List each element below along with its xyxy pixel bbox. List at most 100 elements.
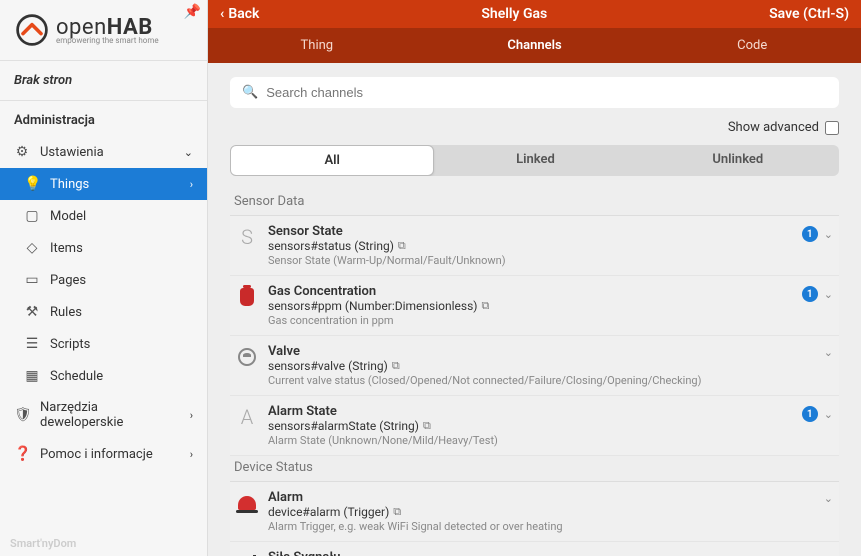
channel-desc: Sensor State (Warm-Up/Normal/Fault/Unkno… — [268, 254, 792, 267]
filter-segment: All Linked Unlinked — [230, 145, 839, 176]
sidebar-item-label: Scripts — [50, 337, 90, 352]
channel-desc: Alarm Trigger, e.g. weak WiFi Signal det… — [268, 520, 814, 533]
channel-id: sensors#valve (String) — [268, 359, 388, 373]
filter-all[interactable]: All — [230, 145, 434, 176]
help-icon: ❓ — [14, 446, 30, 462]
sidebar-item-label: Items — [50, 241, 83, 256]
cube-icon: ▢ — [24, 208, 40, 224]
sliders-icon: ⚒ — [24, 304, 40, 320]
search-input[interactable] — [266, 85, 827, 100]
main-area: ‹ Back Shelly Gas Save (Ctrl-S) Thing Ch… — [208, 0, 861, 556]
sidebar-item-label: Rules — [50, 305, 82, 320]
channel-row-valve[interactable]: Valve sensors#valve (String)⧉ Current va… — [230, 336, 839, 396]
chevron-right-icon: › — [190, 178, 193, 191]
channel-title: Gas Concentration — [268, 284, 792, 299]
sidebar-item-schedule[interactable]: ▦ Schedule — [0, 360, 207, 392]
channel-title: Valve — [268, 344, 814, 359]
channel-id: sensors#ppm (Number:Dimensionless) — [268, 299, 477, 313]
search-icon: 🔍 — [242, 85, 258, 100]
letter-s-icon: S — [236, 226, 258, 248]
valve-icon — [236, 346, 258, 368]
chevron-down-icon: ⌄ — [824, 228, 833, 241]
channel-desc: Alarm State (Unknown/None/Mild/Heavy/Tes… — [268, 434, 792, 447]
copy-icon[interactable]: ⧉ — [393, 505, 401, 519]
chevron-down-icon: ⌄ — [184, 146, 193, 159]
pin-icon[interactable]: 📌 — [184, 4, 201, 20]
topbar: ‹ Back Shelly Gas Save (Ctrl-S) Thing Ch… — [208, 0, 861, 63]
chevron-right-icon: › — [190, 448, 193, 461]
channel-row-alarm[interactable]: Alarm device#alarm (Trigger) ⧉ Alarm Trig… — [230, 482, 839, 542]
administration-heading: Administracja — [0, 105, 207, 136]
openhab-logo[interactable]: openHAB empowering the smart home — [14, 12, 193, 48]
channel-row-gas-concentration[interactable]: Gas Concentration sensors#ppm (Number:Di… — [230, 276, 839, 336]
sidebar-item-label: Schedule — [50, 369, 103, 384]
gear-icon: ⚙ — [14, 144, 30, 160]
sidebar-item-label: Pomoc i informacje — [40, 447, 153, 462]
search-box[interactable]: 🔍 — [230, 77, 839, 108]
sidebar-item-label: Narzędzia deweloperskie — [40, 400, 180, 430]
sidebar-item-items[interactable]: ◇ Items — [0, 232, 207, 264]
page-title: Shelly Gas — [259, 6, 769, 22]
link-count-badge: 1 — [802, 286, 818, 302]
chevron-left-icon: ‹ — [220, 6, 224, 22]
chevron-down-icon: ⌄ — [824, 288, 833, 301]
openhab-logo-icon — [14, 12, 50, 48]
channel-row-sensor-state[interactable]: S Sensor State sensors#status (String)⧉ … — [230, 216, 839, 276]
channel-id: device#alarm (Trigger) — [268, 505, 389, 519]
logo-subtitle: empowering the smart home — [56, 36, 159, 45]
sidebar-item-model[interactable]: ▢ Model — [0, 200, 207, 232]
channel-id: sensors#alarmState (String) — [268, 419, 419, 433]
shield-icon: 🛡 — [14, 407, 30, 423]
copy-icon[interactable]: ⧉ — [392, 359, 400, 373]
filter-linked[interactable]: Linked — [434, 145, 636, 176]
channel-row-alarm-state[interactable]: A Alarm State sensors#alarmState (String… — [230, 396, 839, 456]
sidebar-item-label: Ustawienia — [40, 145, 104, 160]
channel-title: Alarm State — [268, 404, 792, 419]
sidebar-item-help[interactable]: ❓ Pomoc i informacje › — [0, 438, 207, 470]
calendar-icon: ▦ — [24, 368, 40, 384]
channel-id: sensors#status (String) — [268, 239, 394, 253]
tab-bar: Thing Channels Code — [208, 28, 861, 63]
letter-a-icon: A — [236, 406, 258, 428]
sidebar-item-label: Things — [50, 177, 89, 192]
save-button[interactable]: Save (Ctrl-S) — [769, 6, 849, 22]
chevron-down-icon: ⌄ — [824, 346, 833, 359]
link-count-badge: 1 — [802, 226, 818, 242]
no-pages-label: Brak stron — [0, 65, 207, 96]
show-advanced-label: Show advanced — [728, 120, 819, 135]
signal-bars-icon — [236, 552, 258, 556]
link-count-badge: 1 — [802, 406, 818, 422]
channel-title: Sensor State — [268, 224, 792, 239]
logo-area: 📌 openHAB empowering the smart home — [0, 0, 207, 56]
filter-unlinked[interactable]: Unlinked — [637, 145, 839, 176]
sidebar-item-rules[interactable]: ⚒ Rules — [0, 296, 207, 328]
channel-row-signal-strength[interactable]: Siła Sygnału device#wifiSignal (Number)⧉… — [230, 542, 839, 556]
channel-title: Siła Sygnału — [268, 550, 814, 556]
sidebar-item-ustawienia[interactable]: ⚙ Ustawienia ⌄ — [0, 136, 207, 168]
chevron-right-icon: › — [190, 409, 193, 422]
alarm-icon — [236, 492, 258, 514]
copy-icon[interactable]: ⧉ — [481, 299, 489, 313]
channel-desc: Gas concentration in ppm — [268, 314, 792, 327]
tab-code[interactable]: Code — [643, 28, 861, 63]
chevron-down-icon: ⌄ — [824, 552, 833, 556]
sidebar-item-pages[interactable]: ▭ Pages — [0, 264, 207, 296]
show-advanced-row[interactable]: Show advanced — [230, 120, 839, 135]
watermark: Smart'nyDom — [0, 531, 207, 556]
layout-icon: ▭ — [24, 272, 40, 288]
gas-cylinder-icon — [236, 286, 258, 308]
sidebar-item-label: Model — [50, 209, 86, 224]
show-advanced-checkbox[interactable] — [825, 121, 839, 135]
channel-title: Alarm — [268, 490, 814, 505]
chevron-down-icon: ⌄ — [824, 492, 833, 505]
tab-thing[interactable]: Thing — [208, 28, 426, 63]
sidebar-item-devtools[interactable]: 🛡 Narzędzia deweloperskie › — [0, 392, 207, 438]
sidebar-item-scripts[interactable]: ☰ Scripts — [0, 328, 207, 360]
script-icon: ☰ — [24, 336, 40, 352]
chevron-down-icon: ⌄ — [824, 408, 833, 421]
copy-icon[interactable]: ⧉ — [423, 419, 431, 433]
sidebar-item-things[interactable]: 💡 Things › — [0, 168, 207, 200]
copy-icon[interactable]: ⧉ — [398, 239, 406, 253]
tab-channels[interactable]: Channels — [426, 28, 644, 63]
back-button[interactable]: ‹ Back — [220, 6, 259, 22]
